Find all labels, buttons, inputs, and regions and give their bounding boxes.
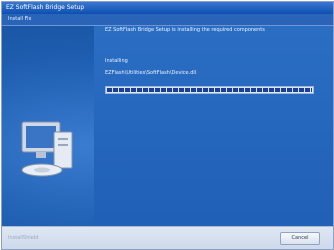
computer-icon [21, 121, 73, 177]
status-text: EZ SoftFlash Bridge Setup is installing … [105, 27, 265, 33]
progress-fill [107, 88, 312, 92]
tab-strip: Install Fix [2, 14, 333, 26]
window-title: EZ SoftFlash Bridge Setup [6, 4, 85, 11]
current-file-path: EZFlash\Utilities\SoftFlash\Device.dll [105, 70, 197, 76]
installer-window: EZ SoftFlash Bridge Setup Install Fix EZ… [1, 1, 334, 250]
cancel-button[interactable]: Cancel [280, 232, 320, 245]
tab-install-fix[interactable]: Install Fix [8, 15, 32, 24]
brand-label: InstallShield [8, 235, 39, 241]
footer: InstallShield Cancel [2, 226, 333, 249]
content-panel [94, 26, 333, 226]
content-area [2, 26, 333, 226]
phase-label: Installing [105, 58, 128, 64]
progress-bar [105, 86, 314, 94]
title-bar: EZ SoftFlash Bridge Setup [2, 2, 333, 14]
